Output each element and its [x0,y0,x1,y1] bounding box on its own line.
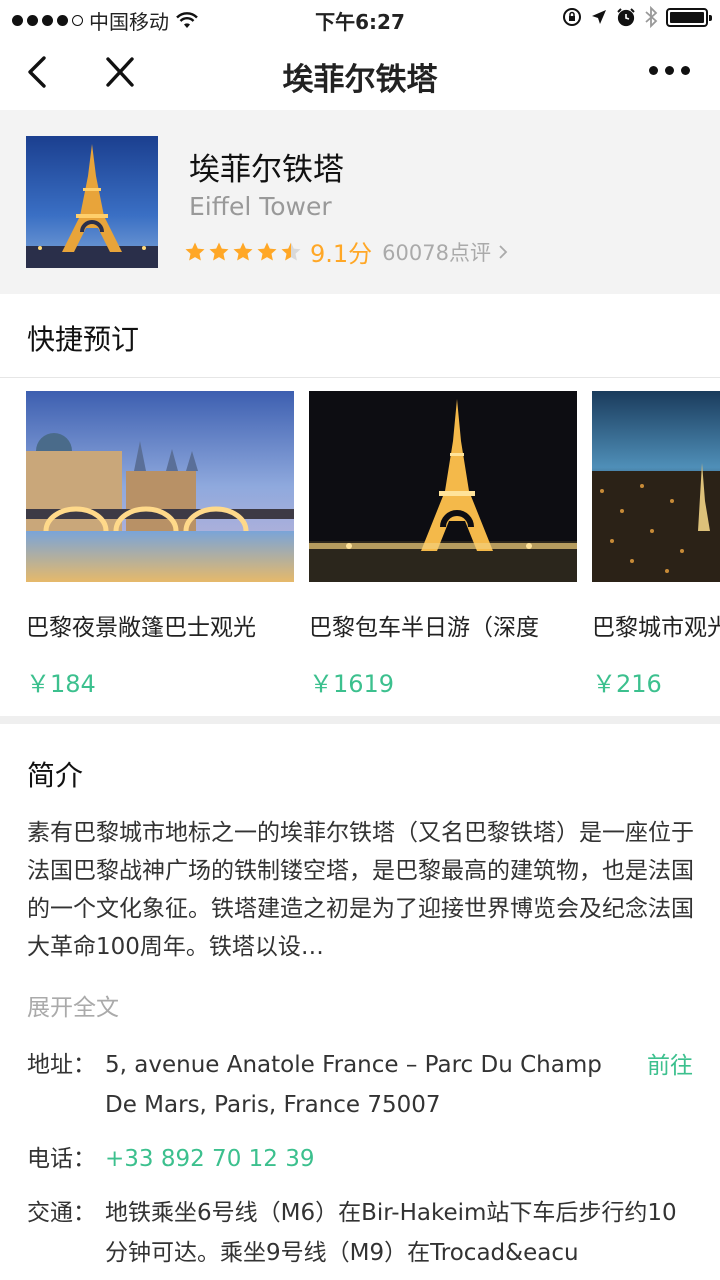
review-count: 60078点评 [382,240,491,265]
phone-label: 电话： [27,1146,96,1172]
rating-score: 9.1分 [310,240,373,268]
quick-booking-title: 快捷预订 [27,323,140,356]
transit-value: 地铁乘坐6号线（M6）在Bir-Hakeim站下车后步行约10分钟可达。乘坐9号… [105,1200,677,1266]
star-icon [257,242,277,260]
location-icon [592,10,606,24]
product-image [592,391,720,582]
product-image [309,391,577,582]
poi-header: 埃菲尔铁塔 Eiffel Tower 9.1分 60078点评 [0,110,720,294]
product-card[interactable]: 巴黎包车半日游（深度 ￥1619 [309,391,577,699]
bluetooth-icon [645,6,658,28]
nav-bar: 埃菲尔铁塔 [0,36,720,110]
product-price: ￥1619 [309,670,395,698]
rating-row[interactable]: 9.1分 60078点评 [184,234,509,269]
phone-link[interactable]: +33 892 70 12 39 [105,1139,314,1179]
poi-name: 埃菲尔铁塔 [189,152,344,188]
expand-full-text-link[interactable]: 展开全文 [27,988,119,1022]
alarm-icon [617,8,635,27]
product-name: 巴黎夜景敞篷巴士观光 [26,615,256,641]
orientation-lock-icon [563,8,581,26]
product-name: 巴黎城市观光 [592,615,720,641]
address-row: 地址： 5, avenue Anatole France – Parc Du C… [27,1045,697,1125]
rating-stars [184,241,302,263]
star-icon [185,242,205,260]
product-price: ￥216 [592,670,662,698]
poi-thumbnail[interactable] [26,136,158,268]
more-icon[interactable] [649,66,690,75]
poi-name-en: Eiffel Tower [189,192,332,221]
battery-icon [666,7,712,27]
goto-link[interactable]: 前往 [647,1046,693,1080]
product-image [26,391,294,582]
page-title: 埃菲尔铁塔 [282,62,438,98]
address-label: 地址： [27,1052,96,1078]
status-right [562,6,712,28]
transit-label: 交通： [27,1200,96,1226]
status-bar: 中国移动 下午6:27 [0,0,720,36]
product-price: ￥184 [26,670,96,698]
intro-title: 简介 [27,759,84,792]
product-card[interactable]: 巴黎夜景敞篷巴士观光 ￥184 [26,391,294,699]
phone-row: 电话： +33 892 70 12 39 [27,1139,697,1179]
transit-row: 交通： 地铁乘坐6号线（M6）在Bir-Hakeim站下车后步行约10分钟可达。… [27,1193,697,1273]
star-icon [209,242,229,260]
product-card[interactable]: 巴黎城市观光 ￥216 [592,391,720,699]
address-value: 5, avenue Anatole France – Parc Du Champ… [105,1052,602,1118]
product-name: 巴黎包车半日游（深度 [309,615,539,641]
section-divider [0,716,720,724]
intro-text: 素有巴黎城市地标之一的埃菲尔铁塔（又名巴黎铁塔）是一座位于法国巴黎战神广场的铁制… [27,820,694,960]
star-icon [233,242,253,260]
product-carousel[interactable]: 巴黎夜景敞篷巴士观光 ￥184 巴黎包车半日游（深度 ￥1619 巴黎城市观光 … [0,378,720,716]
star-icon [281,242,301,260]
chevron-right-icon [499,244,508,259]
